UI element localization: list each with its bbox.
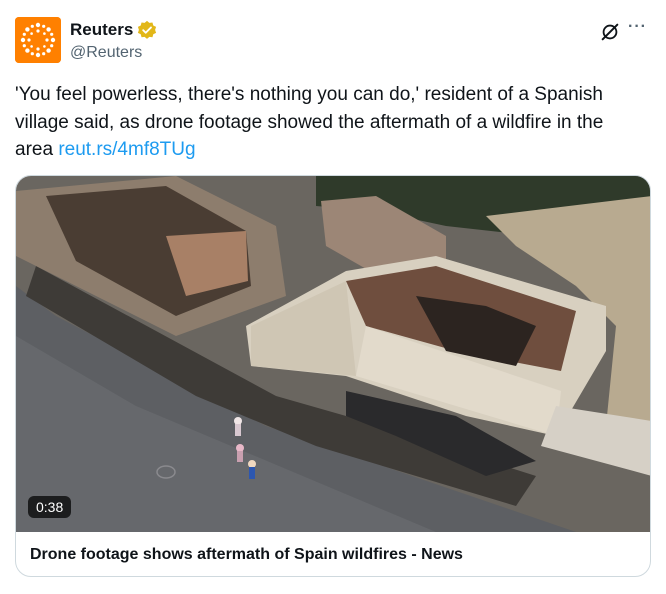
tweet-link[interactable]: reut.rs/4mf8TUg <box>58 139 195 160</box>
video-thumbnail[interactable] <box>16 176 650 532</box>
reuters-logo-icon[interactable] <box>15 17 61 63</box>
more-options-button[interactable]: ··· <box>628 18 654 42</box>
media-card[interactable]: 0:38 Drone footage shows aftermath of Sp… <box>15 175 651 577</box>
author-name-row: Reuters <box>70 19 157 41</box>
grok-icon[interactable] <box>599 21 623 45</box>
author-handle[interactable]: @Reuters <box>70 44 142 62</box>
tweet-text: 'You feel powerless, there's nothing you… <box>15 81 645 164</box>
video-duration: 0:38 <box>28 496 72 518</box>
verified-badge-icon[interactable] <box>137 20 157 40</box>
card-caption[interactable]: Drone footage shows aftermath of Spain w… <box>30 546 463 564</box>
tweet: Reuters @Reuters ··· 'You feel powerless… <box>0 0 666 594</box>
author-display-name[interactable]: Reuters <box>70 20 133 40</box>
